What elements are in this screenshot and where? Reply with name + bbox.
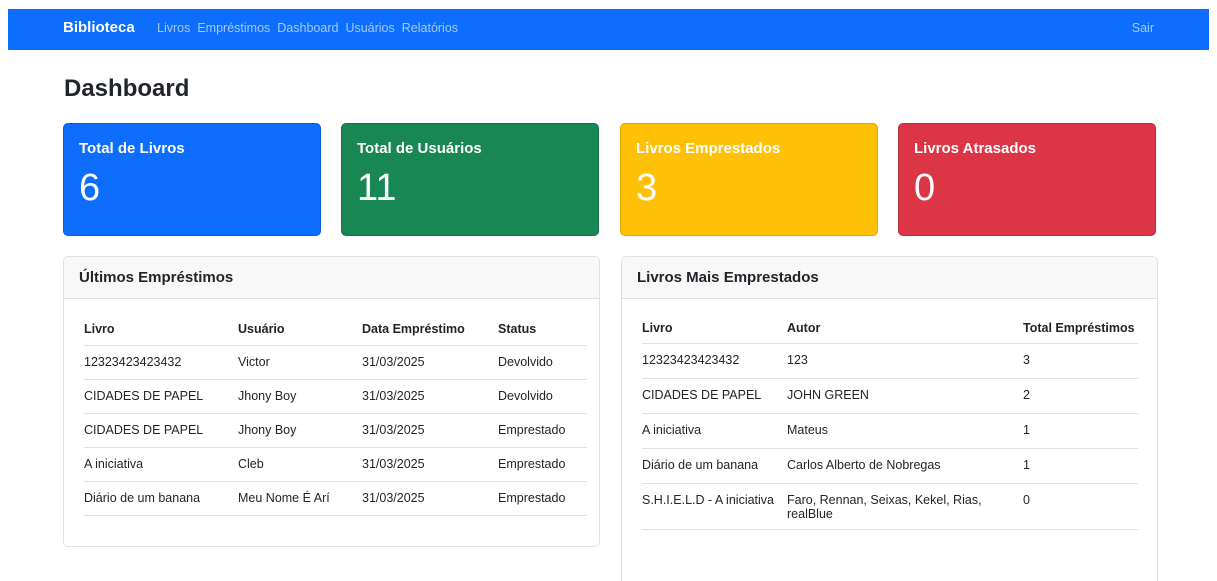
cell-book: CIDADES DE PAPEL — [84, 413, 238, 448]
table-header-row: Livro Autor Total Empréstimos — [642, 319, 1138, 344]
stat-value: 6 — [79, 167, 101, 209]
cell-total: 3 — [1023, 343, 1138, 379]
cell-book: S.H.I.E.L.D - A iniciativa — [642, 483, 787, 530]
top-navbar: Biblioteca Livros Empréstimos Dashboard … — [8, 9, 1209, 50]
cell-total: 1 — [1023, 413, 1138, 449]
recent-loans-table: Livro Usuário Data Empréstimo Status 123… — [84, 319, 587, 516]
cell-date: 31/03/2025 — [362, 413, 498, 448]
stat-value: 3 — [636, 167, 658, 209]
top-books-panel: Livros Mais Emprestados Livro Autor Tota… — [621, 256, 1158, 581]
table-row: CIDADES DE PAPEL Jhony Boy 31/03/2025 Em… — [84, 413, 587, 448]
cell-date: 31/03/2025 — [362, 379, 498, 414]
cell-total: 2 — [1023, 378, 1138, 414]
nav-link-livros[interactable]: Livros — [157, 21, 190, 35]
stat-card-total-users: Total de Usuários 11 — [341, 123, 599, 236]
nav-link-emprestimos[interactable]: Empréstimos — [197, 21, 270, 35]
table-row: A iniciativa Mateus 1 — [642, 413, 1138, 449]
cell-author: Faro, Rennan, Seixas, Kekel, Rias, realB… — [787, 483, 1023, 530]
column-header: Livro — [642, 321, 673, 335]
cell-date: 31/03/2025 — [362, 481, 498, 516]
cell-book: CIDADES DE PAPEL — [84, 379, 238, 414]
top-books-title: Livros Mais Emprestados — [622, 257, 1157, 299]
table-row: Diário de um banana Meu Nome É Arí 31/03… — [84, 481, 587, 516]
stat-card-loaned-books: Livros Emprestados 3 — [620, 123, 878, 236]
table-row: A iniciativa Cleb 31/03/2025 Emprestado — [84, 447, 587, 482]
cell-user: Jhony Boy — [238, 413, 362, 448]
cell-status: Emprestado — [498, 413, 587, 448]
stat-title: Total de Usuários — [357, 140, 482, 157]
table-row: S.H.I.E.L.D - A iniciativa Faro, Rennan,… — [642, 483, 1138, 530]
stat-value: 11 — [357, 167, 397, 209]
top-books-table: Livro Autor Total Empréstimos 1232342342… — [642, 319, 1138, 530]
stat-card-overdue-books: Livros Atrasados 0 — [898, 123, 1156, 236]
cell-date: 31/03/2025 — [362, 345, 498, 380]
brand-link[interactable]: Biblioteca — [63, 19, 135, 36]
table-row: CIDADES DE PAPEL JOHN GREEN 2 — [642, 378, 1138, 414]
cell-status: Devolvido — [498, 379, 587, 414]
column-header: Autor — [787, 321, 821, 335]
nav-link-usuarios[interactable]: Usuários — [345, 21, 394, 35]
cell-status: Emprestado — [498, 447, 587, 482]
cell-total: 1 — [1023, 448, 1138, 484]
cell-date: 31/03/2025 — [362, 447, 498, 482]
stat-title: Livros Emprestados — [636, 140, 781, 157]
table-header-row: Livro Usuário Data Empréstimo Status — [84, 319, 587, 346]
cell-author: Mateus — [787, 413, 1023, 449]
recent-loans-panel: Últimos Empréstimos Livro Usuário Data E… — [63, 256, 600, 547]
table-row: 12323423423432 123 3 — [642, 343, 1138, 379]
cell-book: Diário de um banana — [84, 481, 238, 516]
cell-book: 12323423423432 — [84, 345, 238, 380]
column-header: Data Empréstimo — [362, 322, 465, 336]
nav-link-dashboard[interactable]: Dashboard — [277, 21, 338, 35]
cell-author: 123 — [787, 343, 1023, 379]
table-row: Diário de um banana Carlos Alberto de No… — [642, 448, 1138, 484]
page-title: Dashboard — [64, 75, 190, 102]
column-header: Status — [498, 322, 537, 336]
table-row: 12323423423432 Victor 31/03/2025 Devolvi… — [84, 345, 587, 380]
cell-book: A iniciativa — [84, 447, 238, 482]
cell-user: Victor — [238, 345, 362, 380]
table-row: CIDADES DE PAPEL Jhony Boy 31/03/2025 De… — [84, 379, 587, 414]
cell-book: CIDADES DE PAPEL — [642, 378, 787, 414]
nav-links: Livros Empréstimos Dashboard Usuários Re… — [157, 21, 465, 35]
cell-status: Devolvido — [498, 345, 587, 380]
cell-status: Emprestado — [498, 481, 587, 516]
cell-book: A iniciativa — [642, 413, 787, 449]
cell-book: 12323423423432 — [642, 343, 787, 379]
stat-title: Livros Atrasados — [914, 140, 1036, 157]
stat-card-total-books: Total de Livros 6 — [63, 123, 321, 236]
recent-loans-title: Últimos Empréstimos — [64, 257, 599, 299]
column-header: Livro — [84, 322, 115, 336]
cell-user: Jhony Boy — [238, 379, 362, 414]
logout-link[interactable]: Sair — [1132, 21, 1154, 35]
stat-value: 0 — [914, 167, 936, 209]
cell-user: Cleb — [238, 447, 362, 482]
cell-total: 0 — [1023, 483, 1138, 530]
stat-title: Total de Livros — [79, 140, 185, 157]
cell-user: Meu Nome É Arí — [238, 481, 362, 516]
column-header: Usuário — [238, 322, 285, 336]
cell-author: Carlos Alberto de Nobregas — [787, 448, 1023, 484]
cell-author: JOHN GREEN — [787, 378, 1023, 414]
column-header: Total Empréstimos — [1023, 321, 1135, 335]
nav-link-relatorios[interactable]: Relatórios — [402, 21, 458, 35]
cell-book: Diário de um banana — [642, 448, 787, 484]
